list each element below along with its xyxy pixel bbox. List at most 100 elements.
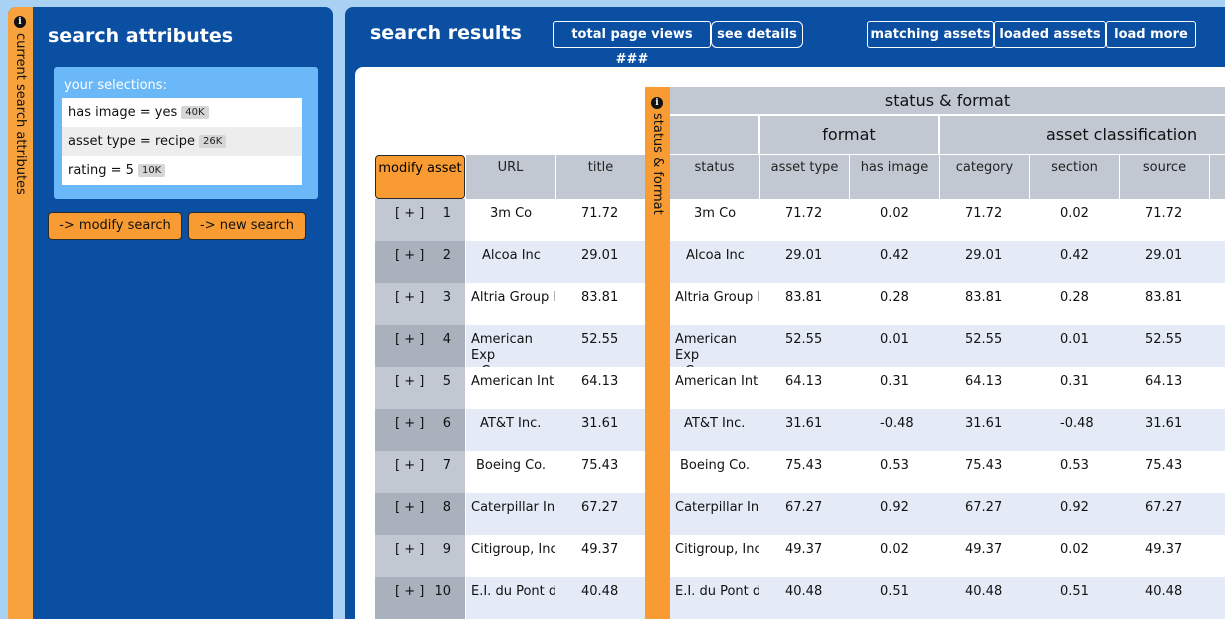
row-index-cell: [ + ] 4	[375, 325, 465, 367]
cell-status: Caterpillar Inc	[675, 500, 759, 515]
total-page-views-button[interactable]: total page views ###	[553, 21, 711, 67]
expand-row-button[interactable]: [ + ]	[395, 458, 424, 473]
cell-status: E.I. du Pont de	[675, 584, 759, 599]
cell-status: Alcoa Inc	[686, 248, 745, 263]
row-index-cell: [ + ] 7	[375, 451, 465, 493]
cell-section: 0.53	[1060, 458, 1089, 473]
expand-row-button[interactable]: [ + ]	[395, 584, 424, 599]
cell-source: 40.48	[1145, 584, 1183, 599]
column-header-category[interactable]: category	[940, 155, 1029, 199]
cell-category: 83.81	[965, 290, 1003, 305]
cell-source: 71.72	[1145, 206, 1183, 221]
selection-item[interactable]: asset type = recipe 26K	[62, 127, 302, 156]
cell-has-image: 0.02	[880, 206, 909, 221]
load-more-button[interactable]: load more	[1106, 21, 1196, 48]
column-header-source[interactable]: source	[1120, 155, 1209, 199]
expand-row-button[interactable]: [ + ]	[395, 248, 424, 263]
current-search-attributes-strip[interactable]: i current search attributes	[8, 7, 33, 619]
strip-label: status & format	[650, 113, 665, 215]
expand-row-button[interactable]: [ + ]	[395, 290, 424, 305]
cell-source: 83.81	[1145, 290, 1183, 305]
cell-asset-type: 67.27	[785, 500, 823, 515]
cell-asset-type: 75.43	[785, 458, 823, 473]
cell-title: 75.43	[581, 458, 619, 473]
row-number: 3	[442, 290, 451, 305]
cell-url: American ExpCompany	[471, 332, 543, 367]
cell-title: 29.01	[581, 248, 619, 263]
cell-url: Boeing Co.	[476, 458, 547, 473]
info-icon[interactable]: i	[651, 97, 663, 109]
cell-status: American Inte	[675, 374, 759, 389]
column-header-title[interactable]: title	[556, 155, 645, 199]
column-header-status[interactable]: status	[670, 155, 759, 199]
see-details-button[interactable]: see details	[711, 21, 803, 48]
selection-text: rating = 5	[68, 163, 134, 178]
expand-row-button[interactable]: [ + ]	[395, 332, 424, 347]
row-index-cell: [ + ] 2	[375, 241, 465, 283]
cell-category: 75.43	[965, 458, 1003, 473]
row-index-cell: [ + ] 5	[375, 367, 465, 409]
row-index-cell: [ + ] 6	[375, 409, 465, 451]
cell-asset-type: 71.72	[785, 206, 823, 221]
cell-section: 0.01	[1060, 332, 1089, 347]
group-header-spacer	[670, 116, 759, 154]
loaded-assets-button[interactable]: loaded assets	[994, 21, 1106, 48]
search-results-panel: search results total page views ### see …	[345, 7, 1225, 619]
group-header-format: format	[760, 116, 939, 154]
column-header-asset-type[interactable]: asset type	[760, 155, 849, 199]
matching-assets-button[interactable]: matching assets	[867, 21, 994, 48]
group-header-status-format: status & format	[670, 87, 1225, 115]
results-title: search results	[370, 22, 522, 44]
cell-asset-type: 40.48	[785, 584, 823, 599]
expand-row-button[interactable]: [ + ]	[395, 206, 424, 221]
cell-status: Boeing Co.	[680, 458, 751, 473]
cell-source: 29.01	[1145, 248, 1183, 263]
search-attributes-panel: i current search attributes search attri…	[8, 7, 333, 619]
modify-asset-button[interactable]: modify asset	[375, 155, 465, 199]
expand-row-button[interactable]: [ + ]	[395, 416, 424, 431]
cell-section: 0.42	[1060, 248, 1089, 263]
cell-status: AT&T Inc.	[684, 416, 746, 431]
column-header-section[interactable]: section	[1030, 155, 1119, 199]
expand-row-button[interactable]: [ + ]	[395, 500, 424, 515]
info-icon[interactable]: i	[14, 16, 26, 28]
selections-list: has image = yes 40K asset type = recipe 26…	[62, 98, 302, 185]
cell-title: 83.81	[581, 290, 619, 305]
cell-url: AT&T Inc.	[480, 416, 542, 431]
count-badge: 26K	[199, 135, 227, 148]
selection-text: asset type = recipe	[68, 134, 196, 149]
cell-has-image: 0.31	[880, 374, 909, 389]
cell-section: -0.48	[1060, 416, 1094, 431]
row-number: 7	[442, 458, 451, 473]
cell-section: 0.51	[1060, 584, 1089, 599]
expand-row-button[interactable]: [ + ]	[395, 374, 424, 389]
cell-section: 0.28	[1060, 290, 1089, 305]
row-index-cell: [ + ] 3	[375, 283, 465, 325]
cell-has-image: 0.01	[880, 332, 909, 347]
cell-status: American ExpCompany	[675, 332, 747, 367]
cell-title: 31.61	[581, 416, 619, 431]
selection-item[interactable]: has image = yes 40K	[62, 98, 302, 127]
panel-title: search attributes	[48, 25, 234, 47]
cell-source: 52.55	[1145, 332, 1183, 347]
row-number: 10	[434, 584, 451, 599]
row-index-cell: [ + ] 10	[375, 577, 465, 619]
new-search-button[interactable]: -> new search	[188, 212, 306, 240]
strip-label: current search attributes	[13, 33, 28, 195]
cell-has-image: 0.53	[880, 458, 909, 473]
cell-status: 3m Co	[694, 206, 737, 221]
cell-category: 31.61	[965, 416, 1003, 431]
column-header-url[interactable]: URL	[466, 155, 555, 199]
modify-search-button[interactable]: -> modify search	[48, 212, 182, 240]
group-header-asset-classification: asset classification	[940, 116, 1225, 154]
row-number: 6	[442, 416, 451, 431]
cell-status: Altria Group I	[675, 290, 759, 305]
results-table-area: status & format format asset classificat…	[355, 67, 1225, 619]
expand-row-button[interactable]: [ + ]	[395, 542, 424, 557]
cell-category: 67.27	[965, 500, 1003, 515]
cell-url: American Inte	[471, 374, 555, 389]
selection-item[interactable]: rating = 5 10K	[62, 156, 302, 185]
cell-section: 0.92	[1060, 500, 1089, 515]
column-header-has-image[interactable]: has image	[850, 155, 939, 199]
status-format-strip[interactable]: i status & format	[645, 87, 670, 619]
